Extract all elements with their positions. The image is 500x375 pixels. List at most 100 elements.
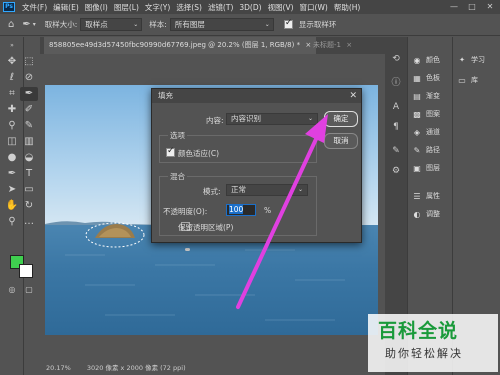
panel-layers[interactable]: ▣ 图层	[412, 161, 440, 175]
panel-libraries[interactable]: ▭ 库	[457, 73, 478, 87]
panel-label: 图层	[426, 164, 440, 172]
cancel-button[interactable]: 取消	[324, 133, 358, 149]
rectangle-tool-icon[interactable]: ▭	[20, 183, 38, 197]
crop-tool-icon[interactable]: ⌗	[4, 87, 20, 101]
clone-source-icon[interactable]: ⚙	[390, 165, 402, 177]
sample-label: 样本:	[149, 20, 167, 29]
chevron-down-icon: ⌄	[307, 115, 313, 122]
panel-properties[interactable]: ☰ 属性	[412, 189, 440, 203]
panel-label: 色板	[426, 74, 440, 82]
brush-settings-icon[interactable]: ✎	[390, 145, 402, 157]
tools-panel: » ✥ ⬚ ℓ ⊘ ⌗ ✒ ✚ ✐ ⚲ ✎ ◫ ▥ ● ◒ ✒ T ➤ ▭ ✋ …	[0, 37, 38, 375]
chevron-down-icon: ⌄	[264, 21, 270, 28]
panel-swatches[interactable]: ▦ 色板	[412, 71, 440, 85]
pen-tool-icon[interactable]: ✒	[4, 167, 20, 181]
more-tools-icon[interactable]: …	[20, 215, 38, 229]
palette-icon: ◉	[413, 55, 421, 65]
panel-label: 路径	[426, 146, 440, 154]
lasso-tool-icon[interactable]: ℓ	[4, 71, 20, 85]
ok-button[interactable]: 确定	[324, 111, 358, 127]
eyedropper-tool-icon[interactable]: ✒	[20, 87, 38, 101]
panel-learn[interactable]: ✦ 学习	[457, 53, 485, 67]
panel-patterns[interactable]: ▩ 图案	[412, 107, 440, 121]
info-icon[interactable]: ⓘ	[390, 77, 402, 89]
chevron-down-icon: ⌄	[133, 21, 139, 28]
menu-file[interactable]: 文件(F)	[19, 2, 50, 13]
hand-tool-icon[interactable]: ✋	[4, 199, 20, 213]
layers-icon: ▣	[413, 163, 421, 173]
channels-icon: ◈	[413, 127, 421, 137]
sample-select[interactable]: 所有图层 ⌄	[169, 18, 274, 31]
move-tool-icon[interactable]: ✥	[4, 55, 20, 69]
adjustments-icon: ◐	[413, 209, 421, 219]
home-icon[interactable]: ⌂	[8, 19, 14, 30]
tool-preset-chevron-icon[interactable]: ▾	[33, 21, 36, 28]
menu-view[interactable]: 视图(V)	[265, 2, 297, 13]
zoom-tool-icon[interactable]: ⚲	[4, 215, 20, 229]
gradient-tool-icon[interactable]: ▥	[20, 135, 38, 149]
quick-mask-icon[interactable]: ◎	[4, 283, 20, 297]
menu-filter[interactable]: 滤镜(T)	[205, 2, 236, 13]
history-icon[interactable]: ⟲	[390, 53, 402, 65]
panel-paths[interactable]: ✎ 路径	[412, 143, 440, 157]
content-select[interactable]: 内容识别 ⌄	[226, 113, 318, 125]
menu-select[interactable]: 选择(S)	[173, 2, 205, 13]
panel-label: 渐变	[426, 92, 440, 100]
rotate-view-tool-icon[interactable]: ↻	[20, 199, 38, 213]
tab-document-1[interactable]: 858805ee49d3d57450fbc90990d67769.jpeg @ …	[44, 37, 317, 54]
mode-label: 模式:	[203, 187, 221, 196]
tab-document-2[interactable]: 未标题-1 ×	[308, 37, 357, 54]
blending-section-label: 混合	[168, 171, 187, 182]
sample-size-select[interactable]: 取样点 ⌄	[80, 18, 143, 31]
menu-image[interactable]: 图像(I)	[82, 2, 111, 13]
clone-stamp-tool-icon[interactable]: ⚲	[4, 119, 20, 133]
marquee-tool-icon[interactable]: ⬚	[20, 55, 38, 69]
show-sampling-ring-checkbox[interactable]	[283, 18, 293, 29]
blur-tool-icon[interactable]: ●	[4, 151, 20, 165]
panel-gradients[interactable]: ▤ 渐变	[412, 89, 440, 103]
paragraph-icon[interactable]: ¶	[390, 121, 402, 133]
quick-select-tool-icon[interactable]: ⊘	[20, 71, 38, 85]
swatches-icon: ▦	[413, 73, 421, 83]
menu-window[interactable]: 窗口(W)	[297, 2, 331, 13]
character-icon[interactable]: A	[390, 101, 402, 113]
panel-color[interactable]: ◉ 颜色	[412, 53, 441, 67]
learn-icon: ✦	[459, 56, 465, 64]
type-tool-icon[interactable]: T	[20, 167, 38, 181]
close-window-button[interactable]: ✕	[484, 0, 496, 14]
maximize-button[interactable]: □	[466, 0, 478, 14]
options-bar: ⌂ ✒ ▾ 取样大小: 取样点 ⌄ 样本: 所有图层 ⌄ 显示取样环	[0, 14, 500, 36]
path-selection-tool-icon[interactable]: ➤	[4, 183, 20, 197]
sample-size-value: 取样点	[85, 20, 108, 29]
chevron-down-icon: ⌄	[297, 186, 303, 193]
close-icon[interactable]: ×	[346, 41, 352, 49]
healing-brush-tool-icon[interactable]: ✚	[4, 103, 20, 117]
watermark-subtitle: 助你轻松解决	[385, 347, 463, 360]
menu-layer[interactable]: 图层(L)	[111, 2, 142, 13]
close-icon[interactable]: ✕	[349, 89, 357, 103]
eyedropper-tool-icon[interactable]: ✒	[22, 19, 30, 30]
minimize-button[interactable]: —	[448, 0, 460, 14]
panel-channels[interactable]: ◈ 通道	[412, 125, 440, 139]
brush-tool-icon[interactable]: ✐	[20, 103, 38, 117]
opacity-input[interactable]: 100	[226, 204, 256, 216]
mode-value: 正常	[231, 185, 246, 194]
eraser-tool-icon[interactable]: ◫	[4, 135, 20, 149]
panel-label: 颜色	[426, 56, 440, 64]
mode-select[interactable]: 正常 ⌄	[226, 184, 308, 196]
dodge-tool-icon[interactable]: ◒	[20, 151, 38, 165]
menu-edit[interactable]: 编辑(E)	[50, 2, 82, 13]
collapse-chevron-icon[interactable]: »	[4, 39, 20, 53]
panel-adjustments[interactable]: ◐ 调整	[412, 207, 441, 221]
menu-bar: Ps 文件(F) 编辑(E) 图像(I) 图层(L) 文字(Y) 选择(S) 滤…	[0, 0, 500, 14]
screen-mode-icon[interactable]: ▢	[20, 283, 38, 297]
menu-type[interactable]: 文字(Y)	[142, 2, 173, 13]
color-adaptation-checkbox[interactable]	[166, 146, 175, 157]
menu-help[interactable]: 帮助(H)	[331, 2, 364, 13]
history-brush-tool-icon[interactable]: ✎	[20, 119, 38, 133]
menu-3d[interactable]: 3D(D)	[236, 3, 264, 12]
watermark-title: 百科全说	[378, 320, 459, 342]
opacity-label: 不透明度(O):	[163, 207, 208, 216]
preserve-transparency-label: 保留透明区域(P)	[178, 223, 234, 232]
background-color-swatch[interactable]	[19, 264, 33, 278]
